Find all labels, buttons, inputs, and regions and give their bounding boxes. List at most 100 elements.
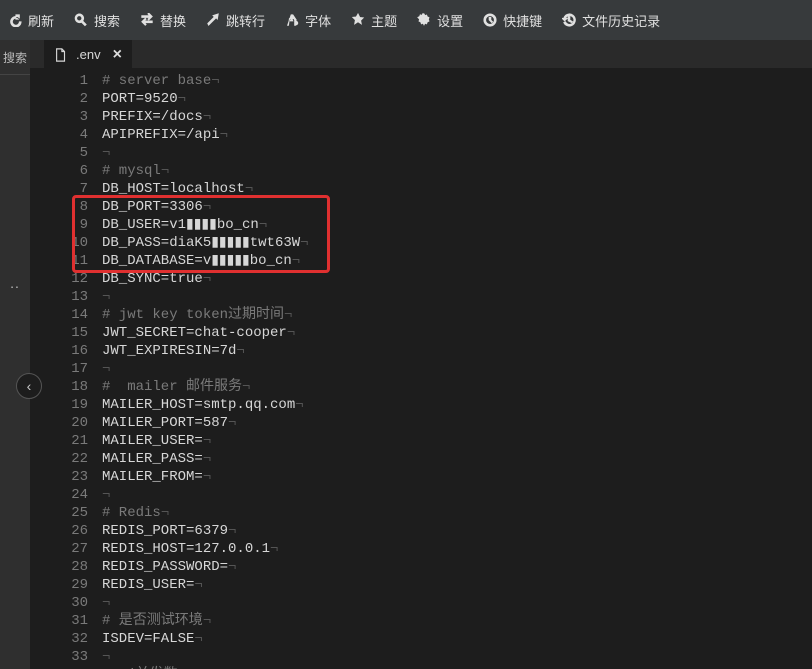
line-number: 10 [30,234,88,252]
line-number: 5 [30,144,88,162]
line-number: 9 [30,216,88,234]
toolbar-theme-button[interactable]: 主题 [351,11,397,30]
code-line[interactable]: MAILER_PASS=¬ [102,450,812,468]
file-icon [54,48,68,62]
code-line[interactable]: # 是否测试环境¬ [102,612,812,630]
line-number: 7 [30,180,88,198]
settings-icon [417,13,431,27]
line-number: 26 [30,522,88,540]
search-icon [74,13,88,27]
file-tab[interactable]: .env × [44,40,132,68]
code-line[interactable]: MAILER_USER=¬ [102,432,812,450]
code-line[interactable]: REDIS_PASSWORD=¬ [102,558,812,576]
code-line[interactable]: MAILER_FROM=¬ [102,468,812,486]
code-line[interactable]: ¬ [102,144,812,162]
code-line[interactable]: # Redis¬ [102,504,812,522]
history-icon [562,13,576,27]
code-line[interactable]: # server base¬ [102,72,812,90]
code-area[interactable]: # server base¬PORT=9520¬PREFIX=/docs¬API… [102,72,812,669]
line-number: 1 [30,72,88,90]
toolbar: 刷新 搜索 替换 跳转行 字体 主题 设置 快捷键 文件历史记录 [0,0,812,40]
toolbar-item-label: 设置 [437,11,463,30]
line-number: 31 [30,612,88,630]
toolbar-replace-button[interactable]: 替换 [140,11,186,30]
code-line[interactable]: DB_DATABASE=v▮▮▮▮▮bo_cn¬ [102,252,812,270]
code-line[interactable]: DB_PORT=3306¬ [102,198,812,216]
code-line[interactable]: REDIS_HOST=127.0.0.1¬ [102,540,812,558]
line-number: 15 [30,324,88,342]
code-line[interactable]: REDIS_USER=¬ [102,576,812,594]
tab-bar: .env × [30,40,812,68]
code-line[interactable]: JWT_EXPIRESIN=7d¬ [102,342,812,360]
code-line[interactable]: # jwt key token过期时间¬ [102,306,812,324]
code-line[interactable]: APIPREFIX=/api¬ [102,126,812,144]
line-number: 25 [30,504,88,522]
toolbar-item-label: 字体 [305,11,331,30]
line-number: 21 [30,432,88,450]
toolbar-item-label: 文件历史记录 [582,11,660,30]
file-tab-label: .env [76,47,101,62]
line-number: 27 [30,540,88,558]
editor-column: .env × ‹ 1234567891011121314151617181920… [30,40,812,669]
line-gutter: 1234567891011121314151617181920212223242… [30,72,102,669]
refresh-icon [8,13,22,27]
sidebar: 搜索 .. [0,40,30,669]
line-number: 17 [30,360,88,378]
code-line[interactable]: ¬ [102,288,812,306]
code-line[interactable]: MAILER_PORT=587¬ [102,414,812,432]
code-line[interactable]: MAILER_HOST=smtp.qq.com¬ [102,396,812,414]
line-number: 3 [30,108,88,126]
sidebar-search-label[interactable]: 搜索 [0,40,30,75]
code-line[interactable]: PORT=9520¬ [102,90,812,108]
code-line[interactable]: # mailer 邮件服务¬ [102,378,812,396]
line-number: 33 [30,648,88,666]
line-number: 32 [30,630,88,648]
line-number: 16 [30,342,88,360]
toolbar-item-label: 跳转行 [226,11,265,30]
toolbar-font-button[interactable]: 字体 [285,11,331,30]
editor[interactable]: ‹ 12345678910111213141516171819202122232… [30,68,812,669]
goto-icon [206,13,220,27]
line-number: 14 [30,306,88,324]
code-line[interactable]: ¬ [102,486,812,504]
line-number: 13 [30,288,88,306]
code-line[interactable]: ISDEV=FALSE¬ [102,630,812,648]
code-line[interactable]: ¬ [102,360,812,378]
line-number: 12 [30,270,88,288]
toolbar-shortcuts-button[interactable]: 快捷键 [483,11,542,30]
toolbar-settings-button[interactable]: 设置 [417,11,463,30]
toolbar-goto-button[interactable]: 跳转行 [206,11,265,30]
close-icon[interactable]: × [113,46,122,64]
code-line[interactable]: # mysql¬ [102,162,812,180]
toolbar-history-button[interactable]: 文件历史记录 [562,11,660,30]
toolbar-search-button[interactable]: 搜索 [74,11,120,30]
toolbar-item-label: 刷新 [28,11,54,30]
line-number: 22 [30,450,88,468]
sidebar-dots: .. [0,275,30,291]
code-line[interactable]: ¬ [102,594,812,612]
code-line[interactable]: PREFIX=/docs¬ [102,108,812,126]
line-number: 28 [30,558,88,576]
code-line[interactable]: ¬ [102,648,812,666]
toolbar-refresh-button[interactable]: 刷新 [8,11,54,30]
toolbar-item-label: 快捷键 [503,11,542,30]
code-line[interactable]: REDIS_PORT=6379¬ [102,522,812,540]
line-number: 19 [30,396,88,414]
chevron-left-icon[interactable]: ‹ [16,373,42,399]
line-number: 23 [30,468,88,486]
code-line[interactable]: DB_PASS=diaK5▮▮▮▮▮twt63W¬ [102,234,812,252]
line-number: 11 [30,252,88,270]
code-line[interactable]: DB_SYNC=true¬ [102,270,812,288]
toolbar-item-label: 主题 [371,11,397,30]
code-line[interactable]: DB_USER=v1▮▮▮▮bo_cn¬ [102,216,812,234]
code-line[interactable]: DB_HOST=localhost¬ [102,180,812,198]
line-number: 24 [30,486,88,504]
line-number: 4 [30,126,88,144]
theme-icon [351,13,365,27]
workspace: 搜索 .. .env × ‹ 1234567891011121314151617… [0,40,812,669]
line-number: 20 [30,414,88,432]
replace-icon [140,13,154,27]
line-number: 6 [30,162,88,180]
line-number: 2 [30,90,88,108]
code-line[interactable]: JWT_SECRET=chat-cooper¬ [102,324,812,342]
